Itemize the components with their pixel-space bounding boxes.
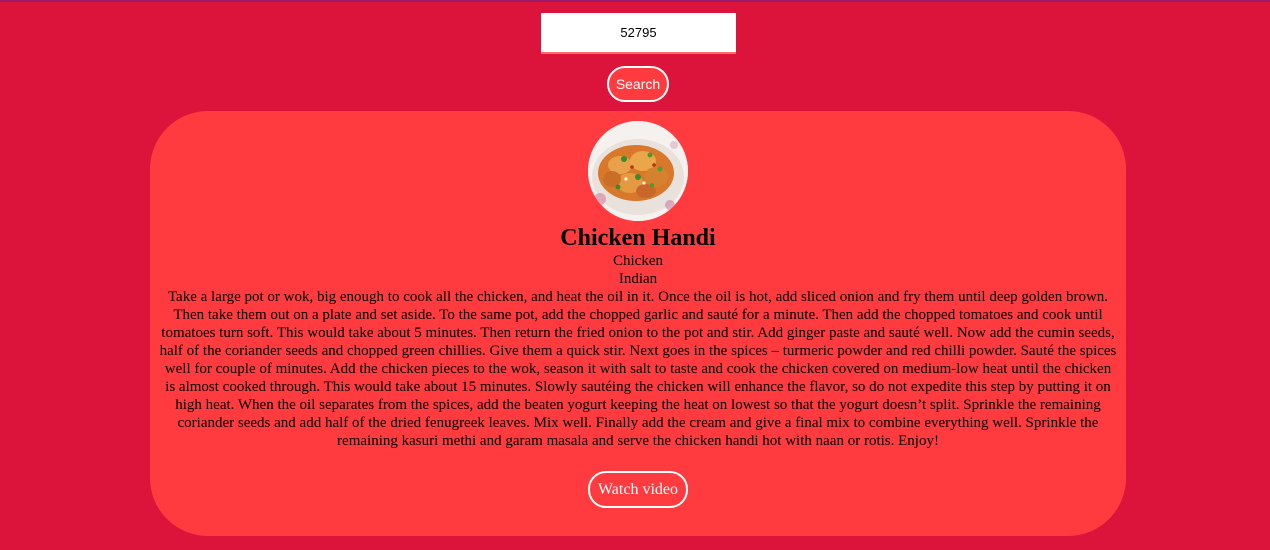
meal-thumbnail [588, 121, 688, 221]
meal-card: Chicken Handi Chicken Indian Take a larg… [150, 111, 1126, 536]
meal-thumbnail-image [588, 121, 688, 221]
meal-area: Indian [618, 271, 658, 287]
meal-title: Chicken Handi [560, 225, 716, 251]
watch-video-button[interactable]: Watch video [588, 471, 688, 508]
meal-category: Chicken [613, 253, 663, 269]
meal-instructions: Take a large pot or wok, big enough to c… [159, 289, 1117, 449]
search-input[interactable] [541, 13, 736, 54]
search-button[interactable]: Search [607, 66, 669, 102]
